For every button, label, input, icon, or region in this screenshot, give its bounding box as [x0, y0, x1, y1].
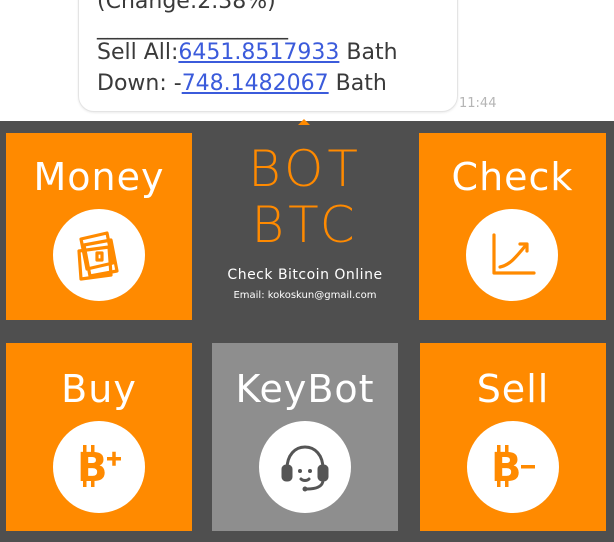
brand-subtitle: Check Bitcoin Online — [227, 267, 383, 283]
message-sell-all: Sell All:6451.8517933 Bath — [97, 39, 398, 67]
sell-label: Sell — [476, 367, 550, 411]
bitcoin-plus-icon: B — [53, 421, 145, 513]
check-label: Check — [451, 155, 574, 199]
sell-all-value-link[interactable]: 6451.8517933 — [178, 40, 339, 65]
down-value-link[interactable]: 748.1482067 — [182, 71, 329, 96]
sell-all-unit: Bath — [339, 40, 398, 65]
bitcoin-minus-icon: B — [467, 421, 559, 513]
keyboard-handle-icon[interactable] — [298, 119, 310, 125]
brand-title-btc: BTC — [251, 196, 359, 254]
sell-all-label: Sell All: — [97, 40, 179, 65]
message-divider: ___________________ — [97, 15, 288, 40]
buy-label: Buy — [61, 367, 137, 411]
brand-block: BOT BTC Check Bitcoin Online Email: koko… — [200, 141, 410, 301]
brand-title-bot: BOT — [248, 140, 362, 198]
bot-keyboard: Money BOT BTC Check Bitcoin Online Email… — [0, 119, 614, 542]
headset-icon — [259, 421, 351, 513]
down-unit: Bath — [328, 71, 387, 96]
chat-area: (Change:2.38%) ___________________ Sell … — [0, 0, 614, 121]
money-label: Money — [33, 155, 165, 199]
sell-button[interactable]: Sell B — [420, 343, 606, 531]
buy-button[interactable]: Buy B — [6, 343, 192, 531]
message-time: 11:44 — [459, 96, 497, 111]
money-button[interactable]: Money — [6, 133, 192, 320]
down-label: Down: - — [97, 71, 182, 96]
wallet-icon — [53, 209, 145, 301]
brand-email: Email: kokoskun@gmail.com — [233, 290, 377, 301]
keybot-label: KeyBot — [235, 367, 375, 411]
chart-up-icon — [466, 209, 558, 301]
check-button[interactable]: Check — [419, 133, 606, 320]
message-down: Down: -748.1482067 Bath — [97, 70, 387, 98]
keybot-button[interactable]: KeyBot — [212, 343, 398, 531]
